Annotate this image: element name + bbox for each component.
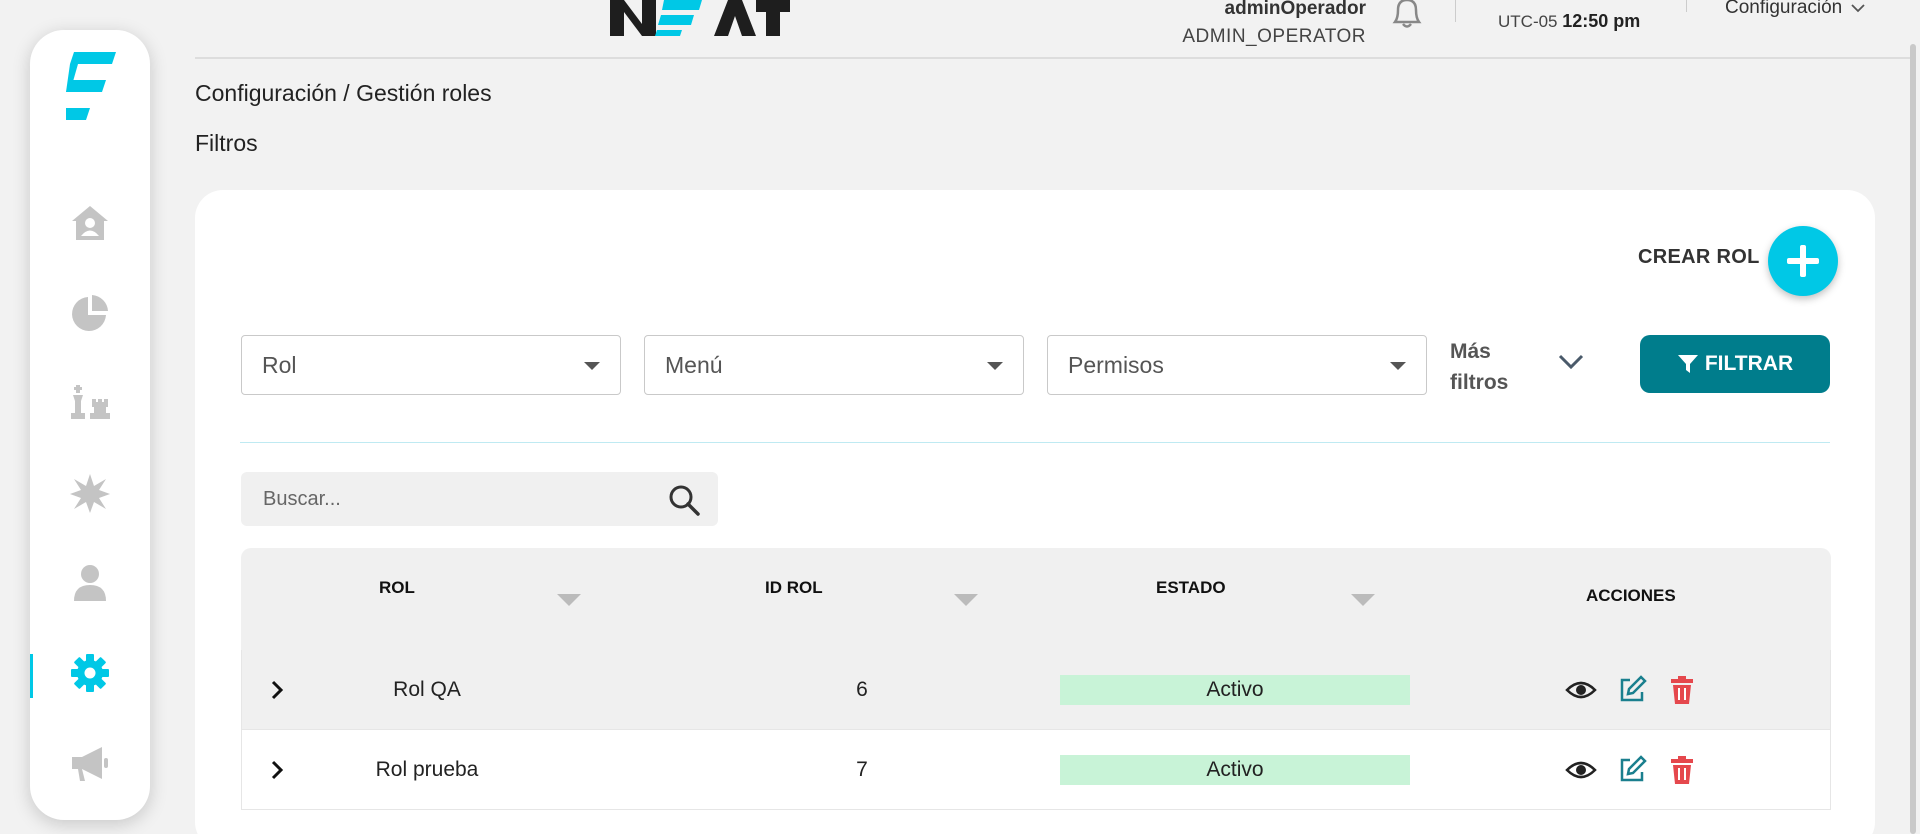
- pie-chart-icon: [72, 295, 108, 331]
- header-divider: [1455, 0, 1456, 22]
- permisos-select-value: Permisos: [1068, 351, 1164, 378]
- chevron-down-icon[interactable]: [1556, 350, 1586, 374]
- more-filters-label-line2: filtros: [1450, 371, 1509, 394]
- caret-down-icon: [1390, 362, 1406, 370]
- menu-select-value: Menú: [665, 351, 723, 378]
- more-filters-toggle[interactable]: Más filtros: [1450, 336, 1508, 398]
- col-id-rol: ID ROL: [765, 578, 823, 597]
- sidebar-item-strategy[interactable]: [30, 368, 150, 438]
- chevron-down-icon: [1851, 4, 1865, 13]
- sidebar-item-settings[interactable]: [30, 638, 150, 708]
- status-badge: Activo: [1060, 755, 1410, 785]
- header-separator: [195, 57, 1910, 59]
- row-id: 7: [856, 758, 868, 781]
- sidebar-item-home[interactable]: [30, 188, 150, 258]
- megaphone-icon: [72, 747, 108, 781]
- scrollbar[interactable]: [1910, 44, 1916, 834]
- row-rol: Rol QA: [393, 678, 461, 701]
- caret-down-icon: [987, 362, 1003, 370]
- edit-icon[interactable]: [1616, 754, 1648, 786]
- chevron-right-icon[interactable]: [264, 756, 292, 784]
- col-estado: ESTADO: [1156, 578, 1226, 597]
- permisos-select[interactable]: Permisos: [1047, 335, 1427, 395]
- config-menu-label: Configuración: [1725, 0, 1843, 18]
- sort-rol-icon[interactable]: [557, 594, 581, 606]
- sidebar-item-announcements[interactable]: [30, 728, 150, 798]
- sidebar-item-users[interactable]: [30, 548, 150, 618]
- clock: UTC-05 12:50 pm: [1498, 11, 1640, 32]
- col-acciones: ACCIONES: [1586, 586, 1676, 605]
- config-menu[interactable]: Configuración: [1725, 0, 1866, 19]
- chevron-right-icon[interactable]: [264, 676, 292, 704]
- create-role-label[interactable]: CREAR ROL: [1638, 246, 1760, 269]
- sidebar: [30, 30, 150, 820]
- burst-icon: [70, 474, 110, 513]
- status-badge: Activo: [1060, 675, 1410, 705]
- bell-icon[interactable]: [1387, 0, 1427, 30]
- app-logo[interactable]: [66, 52, 116, 120]
- table-row: Rol QA 6 Activo: [241, 650, 1831, 730]
- trash-icon[interactable]: [1666, 754, 1698, 786]
- rol-select-value: Rol: [262, 351, 297, 378]
- more-filters-label-line1: Más: [1450, 340, 1491, 363]
- breadcrumb: Configuración / Gestión roles: [195, 80, 492, 106]
- search-box: [241, 472, 718, 526]
- user-role: ADMIN_OPERATOR: [1182, 26, 1366, 47]
- home-icon: [72, 206, 108, 240]
- chess-icon: [71, 385, 110, 419]
- eye-icon[interactable]: [1565, 674, 1597, 706]
- user-name: adminOperador: [1224, 0, 1366, 19]
- caret-down-icon: [584, 362, 600, 370]
- rol-select[interactable]: Rol: [241, 335, 621, 395]
- filter-button-label: FILTRAR: [1704, 352, 1794, 375]
- trash-icon[interactable]: [1666, 674, 1698, 706]
- current-time: 12:50 pm: [1562, 11, 1641, 31]
- funnel-icon: [1677, 355, 1698, 373]
- plus-icon: [1787, 245, 1819, 277]
- header-divider: [1686, 0, 1687, 12]
- filters-title: Filtros: [195, 130, 258, 156]
- sort-id-rol-icon[interactable]: [954, 594, 978, 606]
- roles-table: ROL ID ROL ESTADO ACCIONES Rol QA 6 Acti…: [241, 548, 1831, 810]
- filter-button[interactable]: FILTRAR: [1640, 335, 1830, 393]
- create-role-button[interactable]: [1768, 226, 1838, 296]
- gear-icon: [71, 654, 109, 692]
- col-rol: ROL: [379, 578, 415, 597]
- table-header: ROL ID ROL ESTADO ACCIONES: [241, 548, 1831, 650]
- row-id: 6: [856, 678, 868, 701]
- sidebar-item-dashboard[interactable]: [30, 278, 150, 348]
- brand-logo: [610, 0, 790, 36]
- timezone: UTC-05: [1498, 12, 1558, 31]
- eye-icon[interactable]: [1565, 754, 1597, 786]
- sort-estado-icon[interactable]: [1351, 594, 1375, 606]
- row-rol: Rol prueba: [375, 758, 479, 781]
- sidebar-item-incidents[interactable]: [30, 458, 150, 528]
- menu-select[interactable]: Menú: [644, 335, 1024, 395]
- user-icon: [74, 565, 106, 601]
- filter-divider: [240, 442, 1830, 443]
- search-icon[interactable]: [666, 482, 702, 518]
- edit-icon[interactable]: [1616, 674, 1648, 706]
- table-row: Rol prueba 7 Activo: [241, 730, 1831, 810]
- search-input[interactable]: [241, 472, 661, 526]
